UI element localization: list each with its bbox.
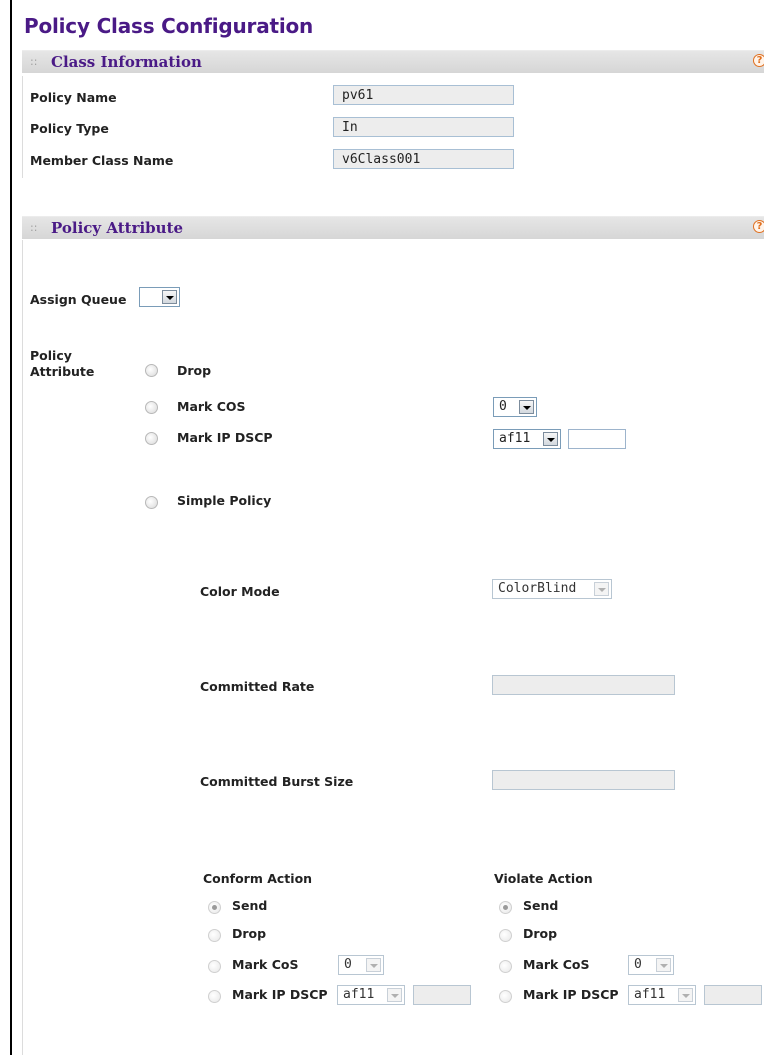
violate-drop-radio[interactable] [499, 929, 512, 942]
color-mode-select[interactable]: ColorBlind [492, 579, 612, 599]
mark-cos-radio[interactable] [145, 401, 158, 414]
chevron-down-icon [162, 290, 177, 304]
simple-policy-radio[interactable] [145, 496, 158, 509]
mark-ip-dscp-select[interactable]: af11 [493, 429, 561, 449]
committed-rate-label: Committed Rate [200, 679, 315, 694]
violate-action-title: Violate Action [494, 871, 593, 886]
policy-attribute-body [22, 240, 764, 1055]
conform-drop-label: Drop [232, 926, 267, 941]
conform-drop-radio[interactable] [208, 929, 221, 942]
violate-send-label: Send [523, 898, 559, 913]
committed-rate-input[interactable] [492, 675, 675, 695]
committed-burst-size-label: Committed Burst Size [200, 774, 354, 789]
grip-icon: :: [30, 221, 38, 234]
simple-policy-label: Simple Policy [177, 493, 272, 508]
mark-cos-select[interactable]: 0 [493, 397, 537, 417]
page-title: Policy Class Configuration [24, 14, 314, 38]
violate-mark-ip-dscp-input[interactable] [704, 985, 762, 1005]
conform-send-label: Send [232, 898, 268, 913]
violate-mark-ip-dscp-label: Mark IP DSCP [523, 987, 619, 1002]
grip-icon: :: [30, 55, 38, 68]
conform-mark-ip-dscp-radio[interactable] [208, 990, 221, 1003]
committed-burst-size-input[interactable] [492, 770, 675, 790]
drop-radio[interactable] [145, 364, 158, 377]
policy-attribute-label-line1: Policy [30, 348, 72, 363]
conform-send-radio[interactable] [208, 901, 221, 914]
violate-mark-ip-dscp-radio[interactable] [499, 990, 512, 1003]
chevron-down-icon [678, 988, 693, 1002]
help-icon[interactable]: ? [753, 54, 764, 67]
violate-mark-cos-select[interactable]: 0 [628, 955, 674, 975]
chevron-down-icon [519, 400, 534, 414]
conform-mark-ip-dscp-input[interactable] [413, 985, 471, 1005]
violate-mark-cos-label: Mark CoS [523, 957, 590, 972]
chevron-down-icon [543, 432, 558, 446]
conform-mark-cos-label: Mark CoS [232, 957, 299, 972]
class-information-header[interactable]: :: Class Information ? [22, 50, 764, 73]
policy-attribute-label-line2: Attribute [30, 364, 95, 379]
mark-ip-dscp-input[interactable] [568, 429, 626, 449]
assign-queue-select[interactable] [139, 287, 180, 307]
chevron-down-icon [387, 988, 402, 1002]
chevron-down-icon [656, 958, 671, 972]
policy-attribute-header[interactable]: :: Policy Attribute ? [22, 216, 764, 239]
help-icon[interactable]: ? [753, 220, 764, 233]
drop-label: Drop [177, 363, 212, 378]
violate-mark-cos-radio[interactable] [499, 960, 512, 973]
conform-mark-ip-dscp-select[interactable]: af11 [337, 985, 405, 1005]
violate-send-radio[interactable] [499, 901, 512, 914]
class-information-title: Class Information [51, 53, 202, 71]
mark-ip-dscp-label: Mark IP DSCP [177, 430, 273, 445]
conform-action-title: Conform Action [203, 871, 313, 886]
conform-mark-ip-dscp-label: Mark IP DSCP [232, 987, 328, 1002]
chevron-down-icon [594, 582, 609, 596]
conform-mark-cos-radio[interactable] [208, 960, 221, 973]
policy-attribute-title: Policy Attribute [51, 219, 184, 237]
mark-ip-dscp-radio[interactable] [145, 432, 158, 445]
conform-mark-cos-select[interactable]: 0 [338, 955, 384, 975]
color-mode-label: Color Mode [200, 584, 280, 599]
violate-drop-label: Drop [523, 926, 558, 941]
assign-queue-label: Assign Queue [30, 292, 127, 307]
class-information-body [22, 76, 764, 178]
mark-cos-label: Mark COS [177, 399, 246, 414]
violate-mark-ip-dscp-select[interactable]: af11 [628, 985, 696, 1005]
chevron-down-icon [366, 958, 381, 972]
